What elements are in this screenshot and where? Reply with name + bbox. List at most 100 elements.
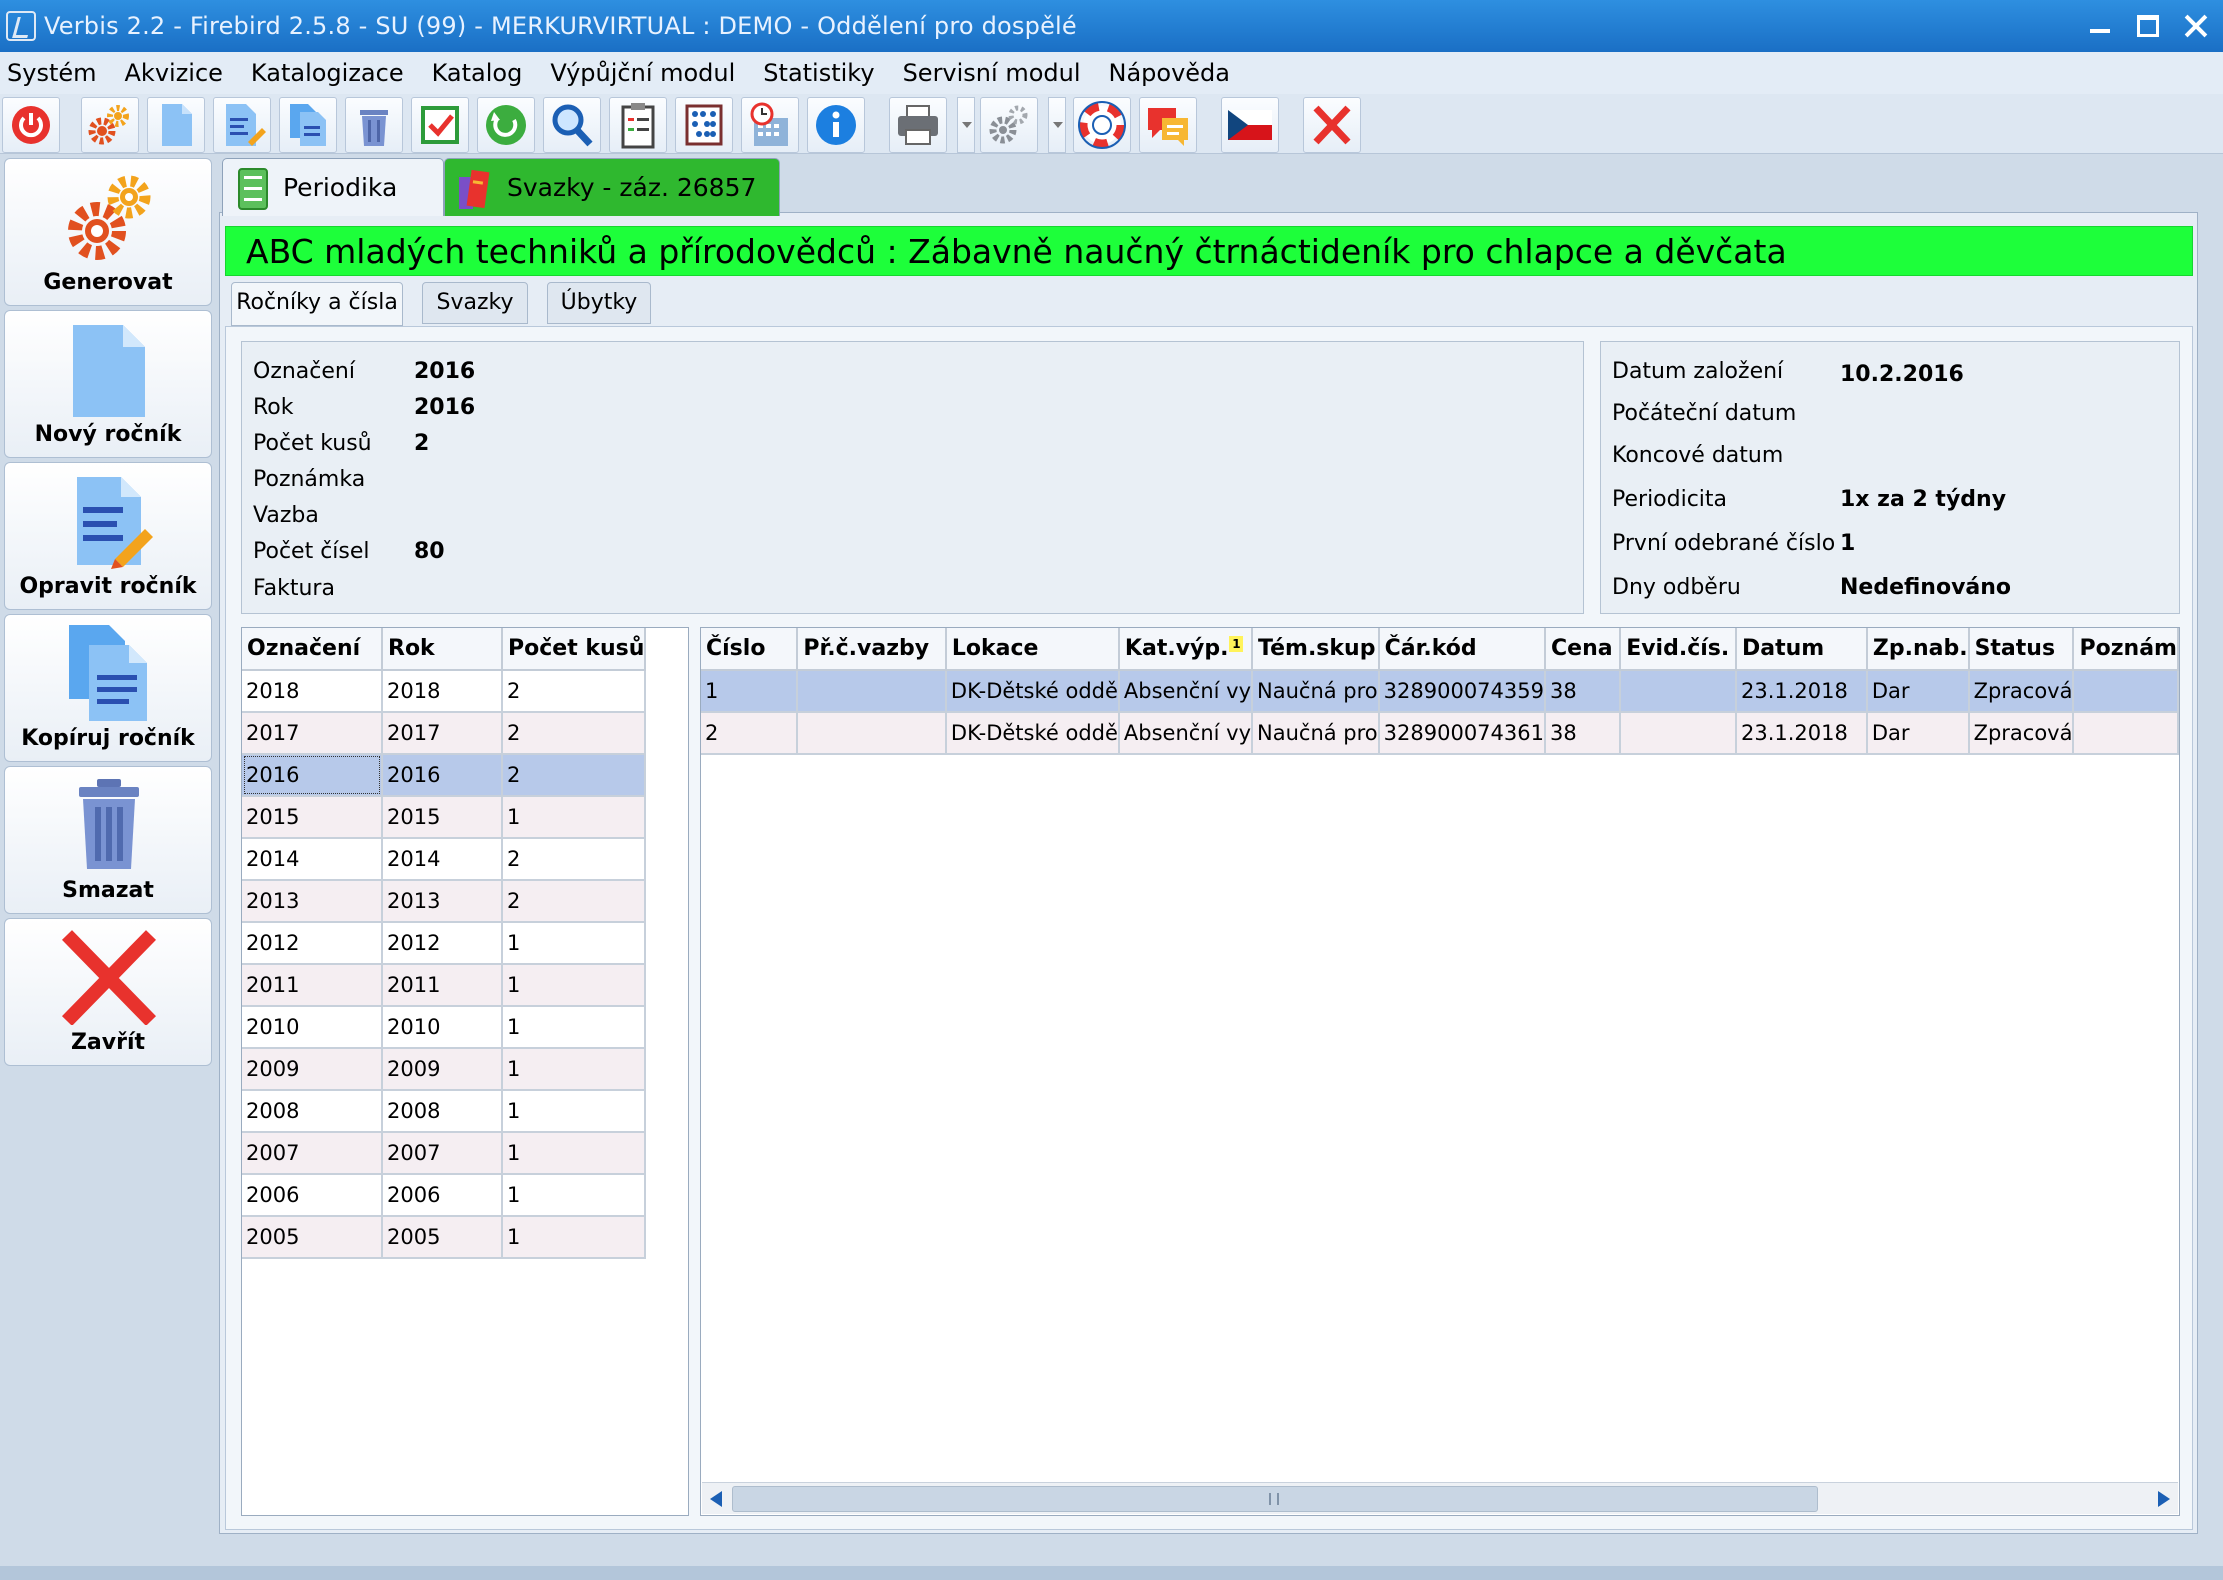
menu-katalog[interactable]: Katalog: [418, 52, 537, 94]
menu-vypujcni-modul[interactable]: Výpůjční modul: [536, 52, 749, 94]
table-cell[interactable]: [797, 712, 947, 755]
refresh-button[interactable]: [477, 97, 535, 153]
table-cell[interactable]: Naučná pro: [1252, 670, 1380, 713]
maximize-icon[interactable]: [2135, 13, 2161, 39]
table-cell[interactable]: 2: [502, 880, 647, 923]
table-cell[interactable]: 2006: [242, 1174, 383, 1217]
power-button[interactable]: [2, 97, 60, 153]
table-cell[interactable]: 38: [1545, 670, 1622, 713]
search-button[interactable]: [543, 97, 601, 153]
table-cell[interactable]: 2015: [382, 796, 503, 839]
table-cell[interactable]: 2010: [242, 1006, 383, 1049]
table-cell[interactable]: 2011: [242, 964, 383, 1007]
table-cell[interactable]: 2015: [242, 796, 383, 839]
copy-button[interactable]: [279, 97, 337, 153]
table-cell[interactable]: 23.1.2018: [1736, 712, 1868, 755]
column-header[interactable]: Kat.výp. 1: [1118, 628, 1254, 671]
column-header[interactable]: Datum: [1736, 628, 1868, 671]
tab-periodika[interactable]: Periodika: [222, 158, 444, 216]
table-cell[interactable]: 328900074361: [1378, 712, 1547, 755]
table-cell[interactable]: 2014: [382, 838, 503, 881]
info-button[interactable]: [807, 97, 865, 153]
table-cell[interactable]: 2010: [382, 1006, 503, 1049]
table-row[interactable]: 2014 2014 2: [242, 838, 647, 881]
table-cell[interactable]: 2005: [242, 1216, 383, 1259]
table-cell[interactable]: Dar: [1866, 712, 1970, 755]
settings-button[interactable]: [980, 97, 1038, 153]
edit-year-button[interactable]: Opravit ročník: [4, 462, 212, 610]
table-row[interactable]: 2013 2013 2: [242, 880, 647, 923]
schedule-button[interactable]: [741, 97, 799, 153]
column-header[interactable]: Evid.čís.: [1620, 628, 1737, 671]
table-cell[interactable]: [2073, 712, 2179, 755]
clipboard-button[interactable]: [609, 97, 667, 153]
table-cell[interactable]: 2: [502, 754, 647, 797]
table-row[interactable]: 2017 2017 2: [242, 712, 647, 755]
subtab-ubytky[interactable]: Úbytky: [547, 282, 651, 324]
table-cell[interactable]: 2013: [382, 880, 503, 923]
table-cell[interactable]: 1: [502, 796, 647, 839]
table-cell[interactable]: Absenční vy: [1118, 670, 1254, 713]
table-row[interactable]: 2012 2012 1: [242, 922, 647, 965]
column-header[interactable]: Rok: [382, 628, 503, 671]
table-cell[interactable]: 2006: [382, 1174, 503, 1217]
subtab-svazky[interactable]: Svazky: [422, 282, 528, 324]
scrollbar-thumb[interactable]: [732, 1486, 1818, 1512]
table-row[interactable]: 2018 2018 2: [242, 670, 647, 713]
print-button[interactable]: [889, 97, 947, 153]
table-cell[interactable]: 1: [502, 1090, 647, 1133]
table-row[interactable]: 2008 2008 1: [242, 1090, 647, 1133]
table-cell[interactable]: 2016: [242, 754, 383, 797]
table-cell[interactable]: 2009: [242, 1048, 383, 1091]
minimize-icon[interactable]: [2087, 13, 2113, 39]
settings-dropdown[interactable]: [1048, 97, 1066, 153]
tab-svazky[interactable]: Svazky - záz. 26857: [444, 158, 780, 216]
table-cell[interactable]: 2012: [382, 922, 503, 965]
print-dropdown[interactable]: [957, 97, 975, 153]
column-header[interactable]: Status: [1968, 628, 2075, 671]
table-cell[interactable]: 38: [1545, 712, 1622, 755]
table-cell[interactable]: 2017: [242, 712, 383, 755]
table-cell[interactable]: 2008: [242, 1090, 383, 1133]
close-window-icon[interactable]: [2183, 13, 2209, 39]
table-cell[interactable]: [1620, 712, 1737, 755]
column-header[interactable]: Lokace: [945, 628, 1120, 671]
column-header[interactable]: Číslo: [701, 628, 799, 671]
table-cell[interactable]: 2018: [242, 670, 383, 713]
subtab-rocniky-a-cisla[interactable]: Ročníky a čísla: [231, 282, 403, 326]
delete-year-button[interactable]: Smazat: [4, 766, 212, 914]
generate-button[interactable]: [81, 97, 139, 153]
table-cell[interactable]: 2: [701, 712, 799, 755]
scroll-right-icon[interactable]: [2158, 1491, 2170, 1507]
table-row[interactable]: 2016 2016 2: [242, 754, 647, 797]
table-cell[interactable]: 2007: [382, 1132, 503, 1175]
new-year-button[interactable]: Nový ročník: [4, 310, 212, 458]
column-header[interactable]: Př.č.vazby: [797, 628, 947, 671]
table-cell[interactable]: 2017: [382, 712, 503, 755]
table-cell[interactable]: 1: [701, 670, 799, 713]
table-row[interactable]: 2006 2006 1: [242, 1174, 647, 1217]
column-header[interactable]: Tém.skup: [1252, 628, 1380, 671]
table-cell[interactable]: 1: [502, 1132, 647, 1175]
table-cell[interactable]: Zpracová: [1968, 712, 2075, 755]
copy-year-button[interactable]: Kopíruj ročník: [4, 614, 212, 762]
table-cell[interactable]: [797, 670, 947, 713]
language-button[interactable]: [1221, 97, 1279, 153]
table-row[interactable]: 2011 2011 1: [242, 964, 647, 1007]
column-header[interactable]: Počet kusů: [502, 628, 647, 671]
table-cell[interactable]: 2018: [382, 670, 503, 713]
help-button[interactable]: [1073, 97, 1131, 153]
table-cell[interactable]: 1: [502, 1048, 647, 1091]
table-row[interactable]: 2007 2007 1: [242, 1132, 647, 1175]
abacus-button[interactable]: [675, 97, 733, 153]
table-cell[interactable]: 1: [502, 1216, 647, 1259]
column-header[interactable]: Poznám: [2073, 628, 2179, 671]
new-button[interactable]: [147, 97, 205, 153]
table-cell[interactable]: 2007: [242, 1132, 383, 1175]
table-row[interactable]: 2009 2009 1: [242, 1048, 647, 1091]
table-cell[interactable]: 2: [502, 712, 647, 755]
delete-button[interactable]: [345, 97, 403, 153]
table-cell[interactable]: 2: [502, 838, 647, 881]
table-cell[interactable]: Zpracová: [1968, 670, 2075, 713]
table-cell[interactable]: 2016: [382, 754, 503, 797]
